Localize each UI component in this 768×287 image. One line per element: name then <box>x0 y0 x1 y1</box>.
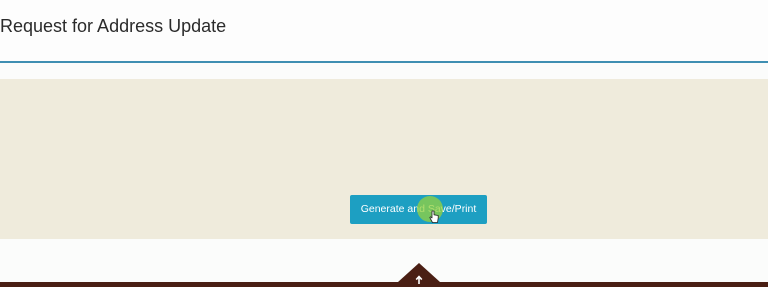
page: Request for Address Update Generate and … <box>0 0 768 287</box>
scroll-to-top-button[interactable] <box>398 262 440 287</box>
title-divider <box>0 61 768 63</box>
generate-save-print-button[interactable]: Generate and Save/Print <box>350 195 487 224</box>
page-header: Request for Address Update <box>0 0 768 62</box>
page-title: Request for Address Update <box>0 16 227 36</box>
footer-bar <box>0 282 768 287</box>
